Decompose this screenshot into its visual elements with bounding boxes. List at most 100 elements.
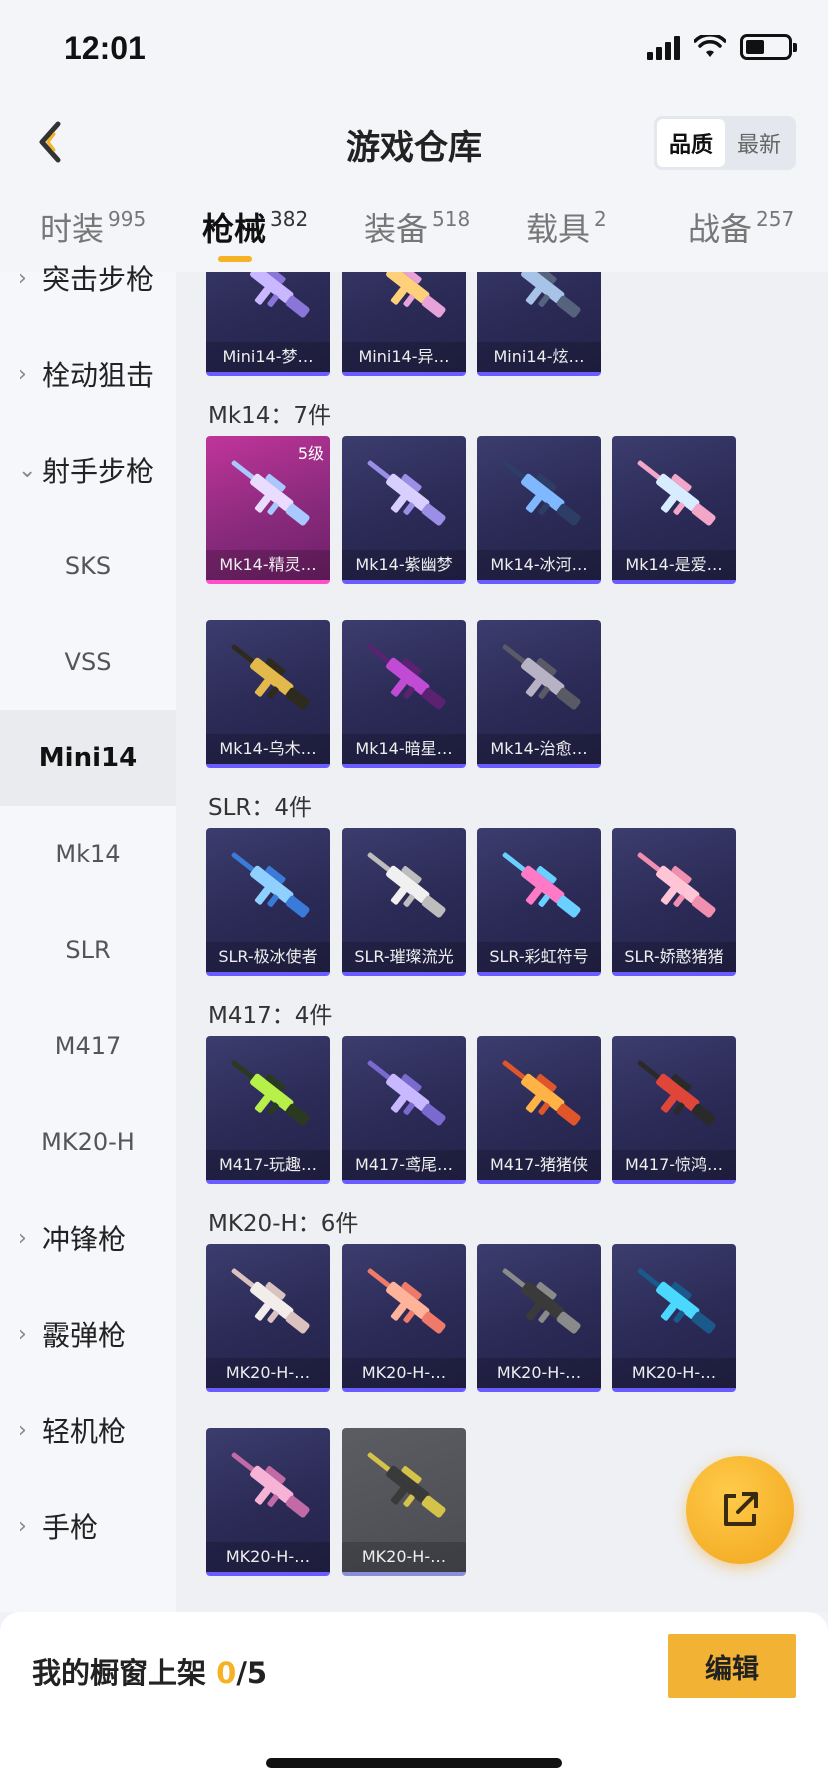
weapon-card[interactable]: Mk14-冰河…	[477, 436, 601, 584]
weapon-name: M417-猪猪侠	[477, 1150, 601, 1180]
weapon-name: SLR-娇憨猪猪	[612, 942, 736, 972]
weapon-image	[637, 1268, 716, 1334]
sidebar-item-label: 霰弹枪	[42, 1319, 127, 1352]
sidebar-item-slr[interactable]: SLR	[0, 902, 176, 998]
weapon-image	[231, 1268, 310, 1334]
sidebar-item-霰弹枪[interactable]: › 霰弹枪	[0, 1286, 176, 1382]
weapon-card[interactable]: SLR-极冰使者	[206, 828, 330, 976]
sort-toggle: 品质 最新	[653, 116, 796, 170]
weapon-image	[502, 1268, 581, 1334]
weapon-image	[231, 1060, 310, 1126]
level-badge: 5级	[297, 444, 324, 463]
weapon-card[interactable]: Mk14-暗星…	[342, 620, 466, 768]
tab-vehicles[interactable]: 载具 2	[526, 204, 607, 250]
weapon-card[interactable]: Mini14-梦…	[206, 272, 330, 376]
sidebar-item-label: VSS	[64, 648, 112, 676]
sidebar-item-栓动狙击[interactable]: › 栓动狙击	[0, 326, 176, 422]
weapon-image	[231, 852, 310, 918]
weapon-name: SLR-璀璨流光	[342, 942, 466, 972]
weapon-name: Mk14-紫幽梦	[342, 550, 466, 580]
weapon-name: Mk14-冰河…	[477, 550, 601, 580]
weapon-image	[231, 644, 310, 710]
weapon-card[interactable]: 5级 Mk14-精灵…	[206, 436, 330, 584]
weapon-image	[637, 460, 716, 526]
sidebar-item-label: 突击步枪	[42, 263, 155, 296]
tab-firearms[interactable]: 枪械 382	[202, 204, 308, 250]
sidebar-item-vss[interactable]: VSS	[0, 614, 176, 710]
sidebar-item-label: Mk14	[55, 840, 121, 868]
weapon-card[interactable]: Mini14-异…	[342, 272, 466, 376]
sidebar-item-label: Mini14	[38, 743, 138, 773]
section-title: Mk14：7件	[208, 403, 332, 429]
weapon-name: Mk14-暗星…	[342, 734, 466, 764]
sidebar-item-label: MK20-H	[41, 1128, 135, 1156]
weapon-grid: Mini14-梦… Mini14-异… Mini14-炫… Mk14：7件 5级 Mk14…	[176, 272, 828, 1612]
sidebar-item-冲锋枪[interactable]: › 冲锋枪	[0, 1190, 176, 1286]
weapon-card[interactable]: Mk14-乌木…	[206, 620, 330, 768]
sidebar-item-sks[interactable]: SKS	[0, 518, 176, 614]
weapon-card[interactable]: MK20-H-…	[206, 1244, 330, 1392]
weapon-image	[367, 460, 446, 526]
weapon-card[interactable]: SLR-娇憨猪猪	[612, 828, 736, 976]
weapon-card[interactable]: Mini14-炫…	[477, 272, 601, 376]
weapon-image	[367, 644, 446, 710]
section-title: MK20-H：6件	[208, 1211, 359, 1237]
weapon-card[interactable]: MK20-H-…	[477, 1244, 601, 1392]
sidebar-item-突击步枪[interactable]: › 突击步枪	[0, 230, 176, 326]
weapon-image	[367, 272, 446, 318]
weapon-card[interactable]: Mk14-紫幽梦	[342, 436, 466, 584]
weapon-card[interactable]: Mk14-是爱…	[612, 436, 736, 584]
edit-button[interactable]: 编辑	[668, 1634, 796, 1698]
share-button[interactable]	[686, 1456, 794, 1564]
weapon-name: Mk14-精灵…	[206, 550, 330, 580]
weapon-name: MK20-H-…	[612, 1358, 736, 1388]
sort-quality-button[interactable]: 品质	[656, 119, 725, 167]
chevron-right-icon: ›	[18, 265, 27, 291]
battery-icon	[740, 34, 797, 60]
signal-icon	[647, 34, 680, 60]
weapon-image	[231, 1452, 310, 1518]
weapon-name: MK20-H-…	[342, 1542, 466, 1572]
sidebar-item-mk14[interactable]: Mk14	[0, 806, 176, 902]
sidebar-item-轻机枪[interactable]: › 轻机枪	[0, 1382, 176, 1478]
status-bar: 12:01	[0, 0, 828, 100]
weapon-name: M417-玩趣…	[206, 1150, 330, 1180]
tab-equipment[interactable]: 装备 518	[364, 204, 470, 250]
weapon-image	[367, 1452, 446, 1518]
nav-bar: 游戏仓库 品质 最新	[0, 100, 828, 196]
weapon-card[interactable]: MK20-H-…	[342, 1244, 466, 1392]
sidebar-item-label: SLR	[65, 936, 111, 964]
weapon-card[interactable]: M417-鸢尾…	[342, 1036, 466, 1184]
sidebar-item-mk20-h[interactable]: MK20-H	[0, 1094, 176, 1190]
weapon-name: Mk14-治愈…	[477, 734, 601, 764]
weapon-card[interactable]: MK20-H-…	[342, 1428, 466, 1576]
weapon-card[interactable]: SLR-璀璨流光	[342, 828, 466, 976]
sidebar-item-射手步枪[interactable]: ⌄ 射手步枪	[0, 422, 176, 518]
weapon-card[interactable]: M417-惊鸿…	[612, 1036, 736, 1184]
sidebar-item-m417[interactable]: M417	[0, 998, 176, 1094]
showcase-status: 我的橱窗上架 0/5	[32, 1656, 268, 1690]
weapon-card[interactable]: M417-玩趣…	[206, 1036, 330, 1184]
sidebar-item-label: SKS	[64, 552, 112, 580]
weapon-name: MK20-H-…	[206, 1358, 330, 1388]
weapon-name: MK20-H-…	[206, 1542, 330, 1572]
weapon-name: MK20-H-…	[342, 1358, 466, 1388]
weapon-card[interactable]: SLR-彩虹符号	[477, 828, 601, 976]
weapon-name: Mini14-炫…	[477, 342, 601, 372]
weapon-card[interactable]: Mk14-治愈…	[477, 620, 601, 768]
chevron-right-icon: ›	[18, 1417, 27, 1443]
chevron-right-icon: ›	[18, 361, 27, 387]
weapon-card[interactable]: MK20-H-…	[612, 1244, 736, 1392]
weapon-name: M417-惊鸿…	[612, 1150, 736, 1180]
chevron-right-icon: ›	[18, 1513, 27, 1539]
sort-newest-button[interactable]: 最新	[725, 119, 793, 167]
sidebar-item-label: 栓动狙击	[42, 359, 155, 392]
weapon-name: Mk14-乌木…	[206, 734, 330, 764]
weapon-card[interactable]: M417-猪猪侠	[477, 1036, 601, 1184]
tab-supplies[interactable]: 战备 257	[688, 204, 794, 250]
weapon-image	[502, 272, 581, 318]
weapon-card[interactable]: MK20-H-…	[206, 1428, 330, 1576]
home-indicator	[266, 1758, 562, 1768]
sidebar-item-mini14[interactable]: Mini14	[0, 710, 176, 806]
sidebar-item-手枪[interactable]: › 手枪	[0, 1478, 176, 1574]
